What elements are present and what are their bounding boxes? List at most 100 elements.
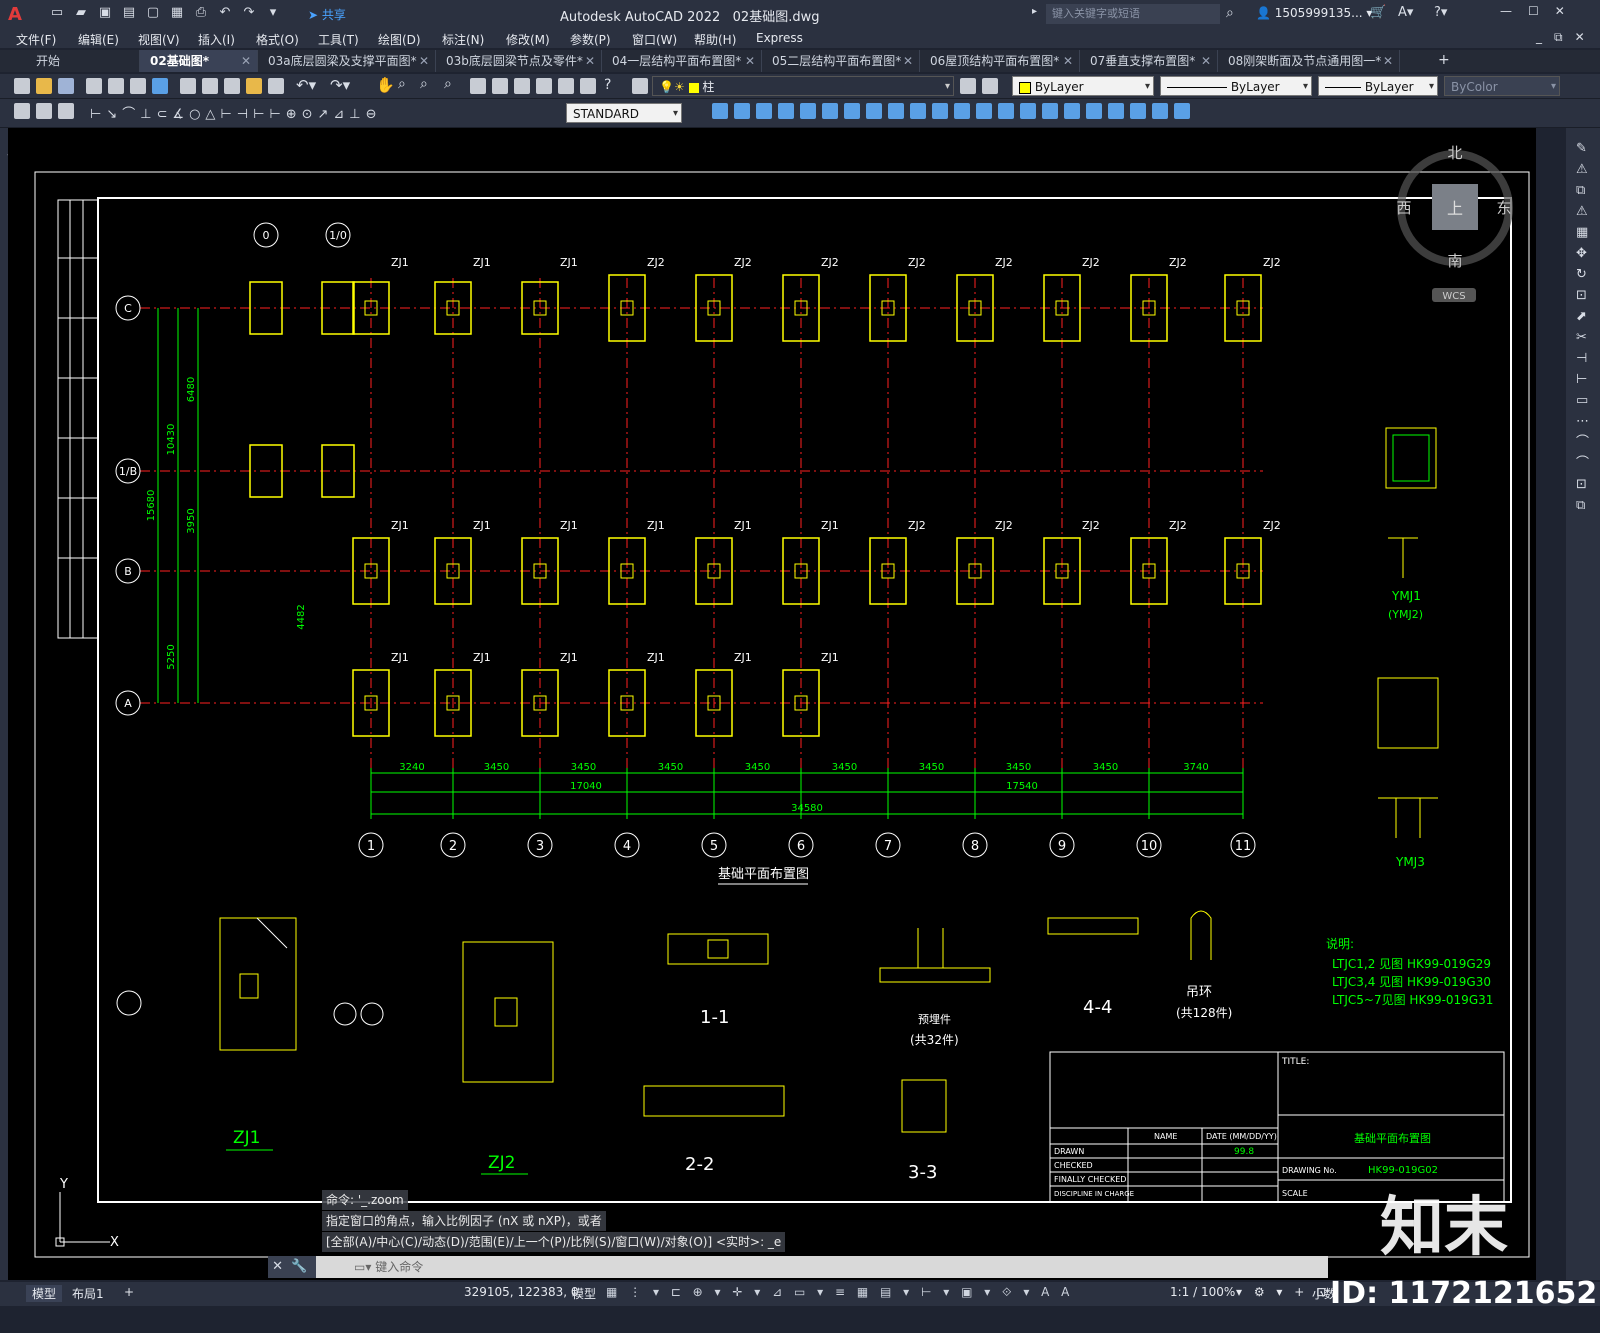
calculator-icon[interactable] [580,78,596,94]
layout-tab-layout1[interactable]: 布局1 [72,1285,104,1302]
intersect-icon[interactable] [976,103,992,119]
linetype-dropdown[interactable]: ByLayer ▾ [1160,76,1312,96]
block-editor-icon[interactable] [268,78,284,94]
share-button[interactable]: ➤ 共享 [308,6,346,23]
close-icon[interactable]: ✕ [268,1259,283,1274]
publish-icon[interactable] [130,78,146,94]
add-layout-icon[interactable]: + [124,1285,134,1299]
union-icon[interactable] [932,103,948,119]
save-icon[interactable]: ▣ [96,4,114,22]
print-icon[interactable]: ⎙ [192,4,210,22]
autocad-logo-icon[interactable]: A [8,4,28,25]
tab-05[interactable]: 05二层结构平面布置图* ✕ [762,50,920,72]
zoom-window-icon[interactable]: ⌕ [420,76,428,92]
drafting-toggles[interactable]: ▦ ⋮ ▾ ⊏ ⊕ ▾ ✛ ▾ ⊿ ▭ ▾ ≡ ▦ ▤ ▾ ⊢ ▾ ▣ ▾ ⟐ … [606,1285,1073,1300]
menu-draw[interactable]: 绘图(D) [378,28,442,48]
tab-close-icon[interactable]: ✕ [241,50,251,72]
menu-dimension[interactable]: 标注(N) [442,28,506,48]
save-icon[interactable] [58,78,74,94]
revolve-icon[interactable] [866,103,882,119]
3drotate-icon[interactable] [1064,103,1080,119]
tab-close-icon[interactable]: ✕ [745,50,755,72]
minimize-icon[interactable]: — [1500,4,1512,18]
viewcube[interactable]: 上 北 南 东 西 WCS [1396,144,1513,302]
box-icon[interactable] [712,103,728,119]
saveas-icon[interactable]: ▤ [120,4,138,22]
markup-icon[interactable] [558,78,574,94]
wrench-icon[interactable]: 🔧 [287,1259,307,1274]
preview-icon[interactable] [108,78,124,94]
drawing-canvas[interactable]: ZJ1 ZJ1 ZJ1 ZJ2 ZJ2 ZJ2 ZJ2 ZJ2 ZJ2 ZJ2 ZJ2 ZJ1 ZJ1 Z… [8,128,1536,1280]
new-icon[interactable]: ▭ [48,4,66,22]
doc-close-icon[interactable]: ✕ [1575,30,1585,45]
tab-close-icon[interactable]: ✕ [1201,50,1211,72]
3darray-icon[interactable] [1108,103,1124,119]
3dalign-icon[interactable] [1086,103,1102,119]
menu-file[interactable]: 文件(F) [16,28,78,48]
dimension-tools[interactable]: ⊢↘⌒⊥⊂∡○△⊢⊣⊢⊢⊕⊙↗⊿⊥⊖ [90,103,382,122]
text-style-dropdown[interactable]: STANDARD ▾ [566,103,682,123]
help-icon[interactable]: ? [604,77,611,93]
user-account[interactable]: 👤 1505999135... ▾ [1256,6,1372,20]
3d-print-icon[interactable] [152,78,168,94]
layer-dropdown[interactable]: 💡☀ 柱 ▾ [652,76,954,96]
tool-icon-1[interactable] [14,103,30,119]
loft-icon[interactable] [910,103,926,119]
tool-palettes-icon[interactable] [514,78,530,94]
slice-icon[interactable] [998,103,1014,119]
cylinder-icon[interactable] [800,103,816,119]
tool-icon-3[interactable] [58,103,74,119]
flatshot-icon[interactable] [1174,103,1190,119]
layer-properties-icon[interactable] [632,78,648,94]
match-prop-icon[interactable] [246,78,262,94]
tab-close-icon[interactable]: ✕ [585,50,595,72]
tab-07[interactable]: 07垂直支撑布置图* ✕ [1080,50,1218,72]
menu-modify[interactable]: 修改(M) [506,28,570,48]
cart-icon[interactable]: 🛒 [1370,5,1386,20]
command-input[interactable]: ▭▾ 键入命令 [316,1256,1328,1278]
menu-tools[interactable]: 工具(T) [318,28,378,48]
new-tab-icon[interactable]: + [1438,52,1450,68]
web-open-icon[interactable]: ▢ [144,4,162,22]
search-expand-icon[interactable]: ▸ [1032,6,1037,17]
layout-tab-model[interactable]: 模型 [26,1285,63,1302]
cut-icon[interactable] [180,78,196,94]
undo-icon[interactable]: ↶▾ [296,76,316,94]
menu-express[interactable]: Express [756,28,826,48]
section-icon[interactable] [1152,103,1168,119]
tab-close-icon[interactable]: ✕ [903,50,913,72]
new-icon[interactable] [14,78,30,94]
presspull-icon[interactable] [1020,103,1036,119]
open-icon[interactable] [36,78,52,94]
cone-icon[interactable] [756,103,772,119]
zoom-previous-icon[interactable]: ⌕ [444,76,452,92]
doc-restore-icon[interactable]: ⧉ [1554,30,1563,45]
plot-icon[interactable] [86,78,102,94]
mirror3d-icon[interactable] [1130,103,1146,119]
menu-edit[interactable]: 编辑(E) [78,28,138,48]
tab-02[interactable]: 02基础图* ✕ [140,50,258,72]
extrude-icon[interactable] [844,103,860,119]
sphere-icon[interactable] [778,103,794,119]
menu-format[interactable]: 格式(O) [256,28,318,48]
copy-icon[interactable] [202,78,218,94]
menu-window[interactable]: 窗口(W) [632,28,694,48]
tab-close-icon[interactable]: ✕ [1063,50,1073,72]
annotation-scale[interactable]: 1:1 / 100% [1170,1285,1235,1299]
menu-help[interactable]: 帮助(H) [694,28,756,48]
paste-icon[interactable] [224,78,240,94]
subtract-icon[interactable] [954,103,970,119]
tab-start[interactable]: 开始 [26,50,140,72]
make-current-icon[interactable] [960,78,976,94]
undo-icon[interactable]: ↶ [216,4,234,22]
zoom-realtime-icon[interactable]: ⌕ [398,76,406,92]
tab-04[interactable]: 04一层结构平面布置图* ✕ [602,50,762,72]
menu-view[interactable]: 视图(V) [138,28,198,48]
properties-icon[interactable] [470,78,486,94]
maximize-icon[interactable]: ☐ [1528,4,1539,18]
wedge-icon[interactable] [734,103,750,119]
menu-insert[interactable]: 插入(I) [198,28,256,48]
redo-icon[interactable]: ↷ [240,4,258,22]
tab-03b[interactable]: 03b底层圆梁节点及零件* ✕ [436,50,602,72]
lineweight-dropdown[interactable]: ByLayer ▾ [1318,76,1438,96]
